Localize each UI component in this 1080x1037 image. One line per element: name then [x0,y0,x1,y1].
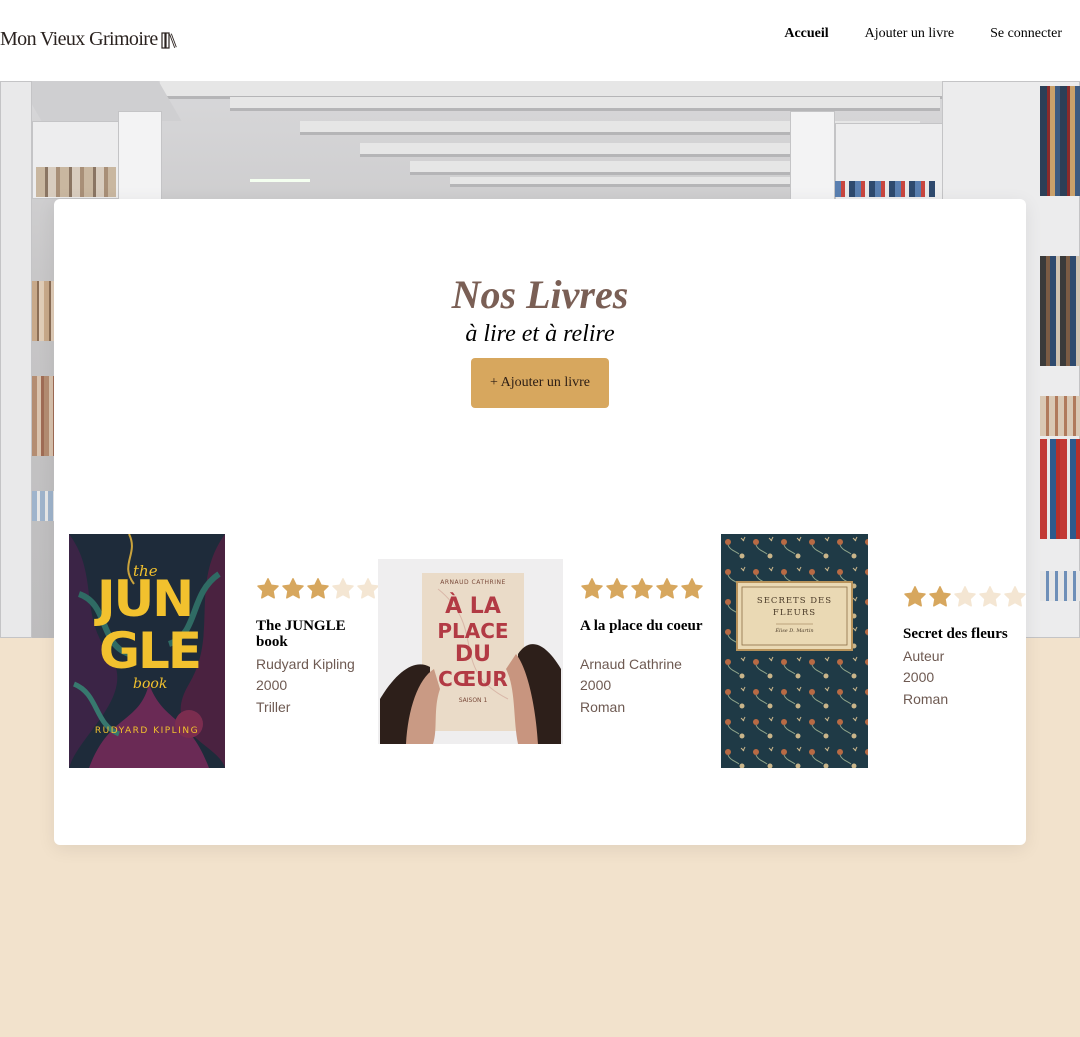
site-header: Mon Vieux Grimoire Accueil Ajouter un li… [0,0,1080,81]
nav-home[interactable]: Accueil [784,26,828,42]
star-empty-icon [954,586,976,607]
books-icon [161,31,177,49]
book-card[interactable]: ARNAUD CATHRINE À LA PLACE DU CŒUR SAISO… [378,534,708,768]
book-title[interactable]: The JUNGLE book [256,618,381,650]
book-author: Rudyard Kipling [256,656,355,672]
book-year: 2000 [903,669,935,685]
book-year: 2000 [580,677,612,693]
main-nav: Accueil Ajouter un livre Se connecter [748,26,1062,42]
star-filled-icon [282,578,304,599]
star-filled-icon [581,578,603,599]
cover-author: RUDYARD KIPLING [94,726,200,736]
books-panel: Nos Livres à lire et à relire + Ajouter … [54,199,1026,845]
book-card[interactable]: the JUN GLE book RUDYARD KIPLING The JUN… [69,534,379,768]
cover-line3: DU [454,642,492,667]
star-filled-icon [307,578,329,599]
book-title[interactable]: Secret des fleurs [903,626,1028,642]
cover-line2: FLEURS [772,608,817,618]
book-genre: Triller [256,699,291,715]
book-cover-jungle[interactable]: the JUN GLE book RUDYARD KIPLING [69,534,225,768]
book-author: Arnaud Cathrine [580,656,682,672]
book-genre: Roman [903,691,949,707]
rating-stars [580,577,704,601]
cover-jun: JUN [97,570,194,628]
nav-add-book[interactable]: Ajouter un livre [865,26,954,42]
book-genre: Roman [580,699,626,715]
nav-login[interactable]: Se connecter [990,26,1062,42]
book-title[interactable]: A la place du coeur [580,618,705,634]
star-filled-icon [904,586,926,607]
star-filled-icon [606,578,628,599]
star-filled-icon [656,578,678,599]
star-filled-icon [681,578,703,599]
star-empty-icon [979,586,1001,607]
star-empty-icon [1004,586,1026,607]
page-title: Nos Livres [451,272,629,317]
star-empty-icon [332,578,354,599]
logo-text: Mon Vieux Grimoire [0,28,158,50]
cover-line1: À LA [445,594,501,619]
star-filled-icon [257,578,279,599]
cover-book: book [133,676,168,692]
book-year: 2000 [256,677,288,693]
rating-stars [903,585,1027,609]
book-author: Auteur [903,648,945,664]
star-filled-icon [631,578,653,599]
cover-line2: PLACE [437,619,509,643]
star-filled-icon [929,586,951,607]
cover-author: Élise D. Martin [775,628,814,634]
book-cover-a-la-place-du-coeur[interactable]: ARNAUD CATHRINE À LA PLACE DU CŒUR SAISO… [378,559,563,744]
add-book-button[interactable]: + Ajouter un livre [471,358,609,408]
cover-line1: SECRETS DES [756,596,833,606]
cover-line4: CŒUR [438,667,508,691]
fleurs-cover-art [721,534,868,768]
site-logo[interactable]: Mon Vieux Grimoire [0,28,179,51]
cover-gle: GLE [99,622,202,680]
star-empty-icon [357,578,379,599]
page-subtitle: à lire et à relire [465,321,615,347]
book-card[interactable]: SECRETS DES FLEURS Élise D. Martin Secre… [721,534,1026,768]
book-cover-secrets-des-fleurs[interactable]: SECRETS DES FLEURS Élise D. Martin [721,534,868,768]
rating-stars [256,577,380,601]
cover-season: SAISON 1 [458,697,488,704]
cover-author: ARNAUD CATHRINE [440,579,506,586]
